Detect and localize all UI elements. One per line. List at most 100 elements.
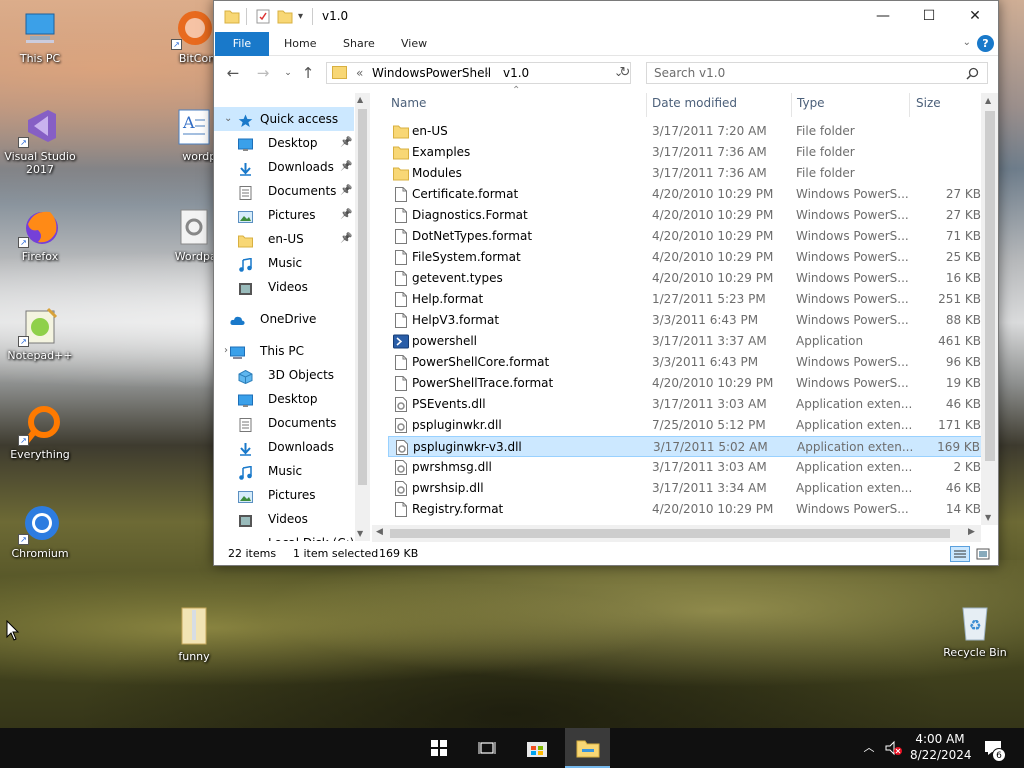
task-view-button[interactable] <box>467 728 507 768</box>
file-row[interactable]: DotNetTypes.format 4/20/2010 10:29 PM Wind… <box>388 226 983 247</box>
help-button[interactable]: ? <box>977 35 994 52</box>
desktop-icon-chromium[interactable]: ↗ Chromium <box>0 503 80 560</box>
expand-chevron-icon[interactable]: ⌄ <box>224 107 232 131</box>
microsoft-store-button[interactable] <box>517 728 557 768</box>
tab-view[interactable]: View <box>391 32 437 56</box>
nav-item-desktop[interactable]: Desktop 📌 <box>214 131 354 155</box>
new-folder-icon[interactable] <box>277 8 293 25</box>
minimize-button[interactable]: — <box>860 1 906 32</box>
file-row[interactable]: powershell 3/17/2011 3:37 AM Application 46… <box>388 331 983 352</box>
breadcrumb-windowspowershell[interactable]: WindowsPowerShell <box>372 66 491 80</box>
tab-file[interactable]: File <box>215 32 269 56</box>
nav-item-pictures[interactable]: Pictures 📌 <box>214 203 354 227</box>
action-center-button[interactable]: 6 <box>980 728 1010 768</box>
search-box[interactable]: Search v1.0 <box>646 62 988 84</box>
file-row[interactable]: pspluginwkr.dll 7/25/2010 5:12 PM Applicat… <box>388 415 983 436</box>
details-view-icon[interactable] <box>950 546 970 562</box>
scroll-right-arrow-icon[interactable]: ▶ <box>968 527 975 537</box>
nav-item-quick-access[interactable]: ⌄ Quick access <box>214 107 354 131</box>
expand-chevron-icon[interactable]: › <box>224 339 228 363</box>
file-row[interactable]: Examples 3/17/2011 7:36 AM File folder <box>388 142 983 163</box>
tab-share[interactable]: Share <box>333 32 385 56</box>
file-row[interactable]: PowerShellCore.format 3/3/2011 6:43 PM Win… <box>388 352 983 373</box>
nav-item-downloads[interactable]: Downloads <box>214 435 354 459</box>
column-separator[interactable] <box>646 93 647 117</box>
nav-item-videos[interactable]: Videos <box>214 507 354 531</box>
up-button[interactable]: ↑ <box>299 64 317 82</box>
breadcrumb-chevron-icon[interactable]: › <box>484 66 489 80</box>
file-row[interactable]: PowerShellTrace.format 4/20/2010 10:29 PM… <box>388 373 983 394</box>
scroll-down-arrow-icon[interactable]: ▼ <box>357 529 363 538</box>
nav-item-label: Desktop <box>268 136 318 150</box>
nav-item-downloads[interactable]: Downloads 📌 <box>214 155 354 179</box>
refresh-button[interactable]: ↻ <box>616 64 634 82</box>
address-bar[interactable]: « WindowsPowerShell › v1.0 ⌄ <box>326 62 631 84</box>
nav-item-music[interactable]: Music <box>214 251 354 275</box>
file-explorer-taskbar-button[interactable] <box>565 728 610 768</box>
expand-ribbon-chevron-icon[interactable]: ⌄ <box>963 37 971 48</box>
volume-muted-icon[interactable] <box>884 728 906 768</box>
desktop-icon-visual-studio[interactable]: ↗ Visual Studio 2017 <box>0 106 80 176</box>
desktop-icon-notepad-plus-plus[interactable]: ↗ Notepad++ <box>0 305 80 362</box>
customize-toolbar-chevron-icon[interactable]: ▾ <box>298 8 303 25</box>
column-header-name[interactable]: Name <box>391 93 426 117</box>
properties-icon[interactable] <box>255 8 271 25</box>
nav-item-onedrive[interactable]: OneDrive <box>214 307 354 331</box>
title-bar[interactable]: ▾ v1.0 — ☐ ✕ <box>214 1 998 32</box>
file-row[interactable]: getevent.types 4/20/2010 10:29 PM Windows … <box>388 268 983 289</box>
nav-item-this-pc[interactable]: › This PC <box>214 339 354 363</box>
file-row[interactable]: HelpV3.format 3/3/2011 6:43 PM Windows Pow… <box>388 310 983 331</box>
nav-item-music[interactable]: Music <box>214 459 354 483</box>
file-row[interactable]: Modules 3/17/2011 7:36 AM File folder <box>388 163 983 184</box>
file-list-vertical-scroll-thumb[interactable] <box>985 111 995 461</box>
nav-item-pictures[interactable]: Pictures <box>214 483 354 507</box>
tab-home[interactable]: Home <box>274 32 326 56</box>
file-row[interactable]: Registry.format 4/20/2010 10:29 PM Windows… <box>388 499 983 520</box>
desktop-icon-funny[interactable]: funny <box>154 606 234 663</box>
nav-item-videos[interactable]: Videos <box>214 275 354 299</box>
file-row[interactable]: pspluginwkr-v3.dll 3/17/2011 5:02 AM Appli… <box>388 436 983 457</box>
nav-item-en-us[interactable]: en-US 📌 <box>214 227 354 251</box>
desktop-icon-this-pc[interactable]: This PC <box>0 8 80 65</box>
file-row[interactable]: FileSystem.format 4/20/2010 10:29 PM Windo… <box>388 247 983 268</box>
nav-item-documents[interactable]: Documents 📌 <box>214 179 354 203</box>
breadcrumb-overflow[interactable]: « <box>356 66 363 80</box>
scroll-up-arrow-icon[interactable]: ▲ <box>985 96 991 105</box>
nav-item-local-disk-c[interactable]: Local Disk (C:) <box>214 531 354 541</box>
show-hidden-icons-chevron-icon[interactable]: ︿ <box>860 728 878 768</box>
file-row[interactable]: pwrshmsg.dll 3/17/2011 3:03 AM Application… <box>388 457 983 478</box>
navigation-pane-scroll-thumb[interactable] <box>358 109 367 485</box>
file-row[interactable]: Certificate.format 4/20/2010 10:29 PM Wind… <box>388 184 983 205</box>
column-header-date-modified[interactable]: Date modified <box>652 93 737 117</box>
nav-item-desktop[interactable]: Desktop <box>214 387 354 411</box>
column-separator[interactable] <box>909 93 910 117</box>
file-row[interactable]: Diagnostics.Format 4/20/2010 10:29 PM Wind… <box>388 205 983 226</box>
maximize-button[interactable]: ☐ <box>906 1 952 32</box>
file-row[interactable]: PSEvents.dll 3/17/2011 3:03 AM Application… <box>388 394 983 415</box>
file-row[interactable]: Help.format 1/27/2011 5:23 PM Windows Powe… <box>388 289 983 310</box>
breadcrumb-v1-0[interactable]: v1.0 <box>503 66 529 80</box>
back-button[interactable]: ← <box>224 64 242 82</box>
nav-item-3d-objects[interactable]: 3D Objects <box>214 363 354 387</box>
scroll-left-arrow-icon[interactable]: ◀ <box>376 527 383 537</box>
large-icons-view-icon[interactable] <box>975 546 991 562</box>
forward-button[interactable]: → <box>254 64 272 82</box>
recent-locations-chevron-icon[interactable]: ⌄ <box>279 64 297 82</box>
desktop-icon-everything[interactable]: ↗ Everything <box>0 404 80 461</box>
file-row[interactable]: en-US 3/17/2011 7:20 AM File folder <box>388 121 983 142</box>
file-row[interactable]: pwrshsip.dll 3/17/2011 3:34 AM Application… <box>388 478 983 499</box>
column-header-size[interactable]: Size <box>916 93 941 117</box>
desktop-icon-recycle-bin[interactable]: ♻ Recycle Bin <box>935 602 1015 659</box>
column-separator[interactable] <box>791 93 792 117</box>
column-header-type[interactable]: Type <box>797 93 825 117</box>
clock[interactable]: 4:00 AM 8/22/2024 <box>910 728 972 768</box>
svg-text:♻: ♻ <box>969 618 982 634</box>
scroll-down-arrow-icon[interactable]: ▼ <box>985 513 991 522</box>
close-button[interactable]: ✕ <box>952 1 998 32</box>
file-list-horizontal-scroll-thumb[interactable] <box>390 529 950 538</box>
scroll-up-arrow-icon[interactable]: ▲ <box>357 95 363 104</box>
file-explorer-window[interactable]: ▾ v1.0 — ☐ ✕ File Home Share View ⌄ ? ← … <box>213 0 999 566</box>
desktop-icon-firefox[interactable]: ↗ Firefox <box>0 206 80 263</box>
start-button[interactable] <box>419 728 459 768</box>
nav-item-documents[interactable]: Documents <box>214 411 354 435</box>
